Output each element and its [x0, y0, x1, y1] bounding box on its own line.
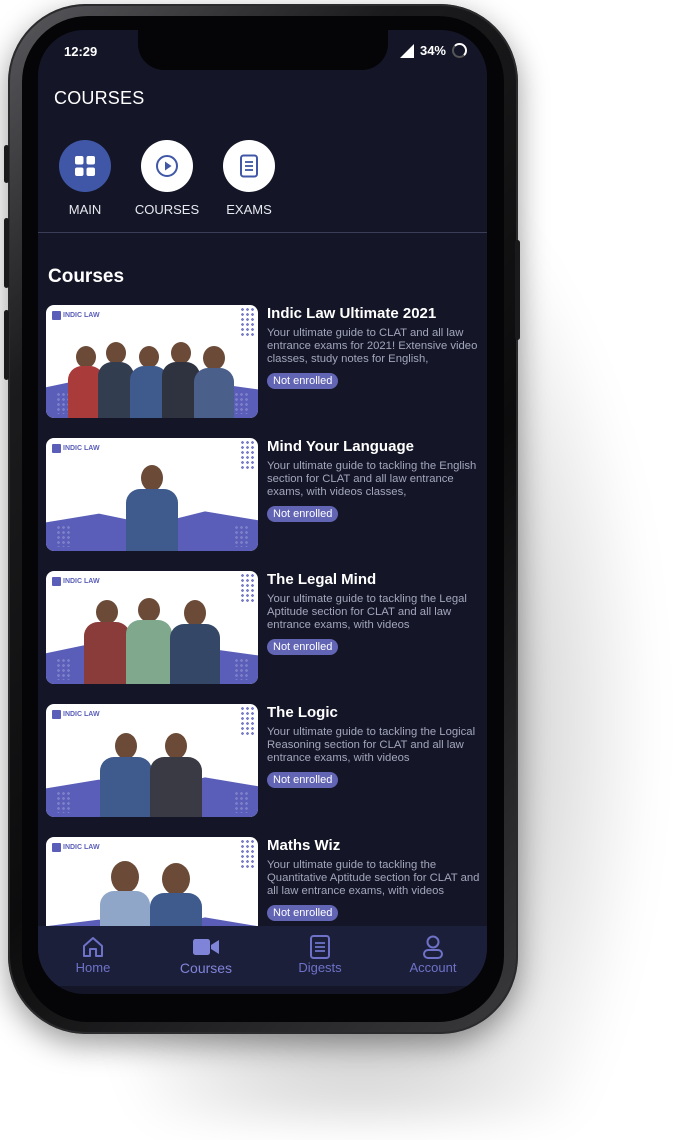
tab-account-label: Account	[409, 960, 457, 975]
signal-icon	[399, 43, 414, 58]
course-card[interactable]: INDIC LAW Mind Your Language Your ultima…	[46, 438, 486, 554]
logo-text: INDIC LAW	[63, 578, 100, 585]
course-description: Your ultimate guide to tackling the Engl…	[267, 460, 477, 498]
quicknav-exams[interactable]: EXAMS	[209, 140, 289, 217]
course-title: Mind Your Language	[267, 438, 414, 455]
quicknav-courses-label: COURSES	[134, 202, 200, 217]
account-icon	[383, 934, 483, 960]
indic-law-logo: INDIC LAW	[52, 843, 100, 852]
course-thumbnail: INDIC LAW	[46, 305, 258, 418]
video-camera-icon	[156, 934, 256, 960]
course-thumbnail: INDIC LAW	[46, 704, 258, 817]
course-title: Indic Law Ultimate 2021	[267, 305, 437, 322]
app-screen: 12:29 34% COURSES MAIN COURSES EXAMS Cou…	[38, 30, 487, 994]
tab-home[interactable]: Home	[43, 934, 143, 975]
course-description: Your ultimate guide to CLAT and all law …	[267, 327, 478, 365]
home-icon	[43, 934, 143, 960]
grid-icon	[59, 140, 111, 192]
status-indicators: 34%	[399, 43, 467, 58]
tab-digests[interactable]: Digests	[270, 934, 370, 975]
course-description: Your ultimate guide to tackling the Lega…	[267, 593, 467, 631]
course-thumbnail: INDIC LAW	[46, 438, 258, 551]
tab-digests-label: Digests	[298, 960, 342, 975]
indic-law-logo: INDIC LAW	[52, 577, 100, 586]
course-thumbnail: INDIC LAW	[46, 571, 258, 684]
power-button	[515, 240, 520, 340]
course-card[interactable]: INDIC LAW The Logic Your ultimate guide …	[46, 704, 486, 820]
volume-up-button	[4, 218, 9, 288]
tab-home-label: Home	[75, 960, 111, 975]
tab-courses[interactable]: Courses	[156, 934, 256, 976]
section-title: Courses	[48, 266, 125, 287]
enrollment-badge: Not enrolled	[267, 772, 339, 788]
logo-text: INDIC LAW	[63, 445, 100, 452]
document-icon	[223, 140, 275, 192]
enrollment-badge: Not enrolled	[267, 373, 339, 389]
tab-courses-label: Courses	[179, 960, 233, 976]
quicknav-exams-label: EXAMS	[226, 202, 272, 217]
course-title: The Logic	[267, 704, 338, 721]
page-title: COURSES	[54, 88, 145, 108]
indic-law-logo: INDIC LAW	[52, 710, 100, 719]
quicknav-courses[interactable]: COURSES	[127, 140, 207, 217]
quicknav-main[interactable]: MAIN	[45, 140, 125, 217]
logo-text: INDIC LAW	[63, 844, 100, 851]
play-circle-icon	[141, 140, 193, 192]
indic-law-logo: INDIC LAW	[52, 311, 100, 320]
indic-law-logo: INDIC LAW	[52, 444, 100, 453]
tab-account[interactable]: Account	[383, 934, 483, 975]
course-card[interactable]: INDIC LAW The Legal Mind Your ultimate g…	[46, 571, 486, 687]
app-bar: COURSES	[38, 74, 487, 126]
logo-text: INDIC LAW	[63, 711, 100, 718]
enrollment-badge: Not enrolled	[267, 905, 339, 921]
course-title: The Legal Mind	[267, 571, 377, 588]
course-description: Your ultimate guide to tackling the Quan…	[267, 859, 480, 897]
quicknav-main-label: MAIN	[68, 202, 102, 217]
bottom-tab-bar: Home Courses Digests Account	[38, 926, 487, 986]
mute-switch	[4, 145, 9, 183]
logo-text: INDIC LAW	[63, 312, 100, 319]
quick-nav: MAIN COURSES EXAMS	[38, 140, 487, 233]
volume-down-button	[4, 310, 9, 380]
battery-percent: 34%	[419, 43, 446, 58]
enrollment-badge: Not enrolled	[267, 506, 339, 522]
digest-icon	[270, 934, 370, 960]
battery-icon	[452, 43, 467, 58]
enrollment-badge: Not enrolled	[267, 639, 339, 655]
status-time: 12:29	[64, 44, 98, 59]
course-card[interactable]: INDIC LAW Indic Law Ultimate 2021 Your u…	[46, 305, 486, 421]
course-description: Your ultimate guide to tackling the Logi…	[267, 726, 476, 764]
notch	[138, 30, 388, 70]
course-title: Maths Wiz	[267, 837, 341, 854]
